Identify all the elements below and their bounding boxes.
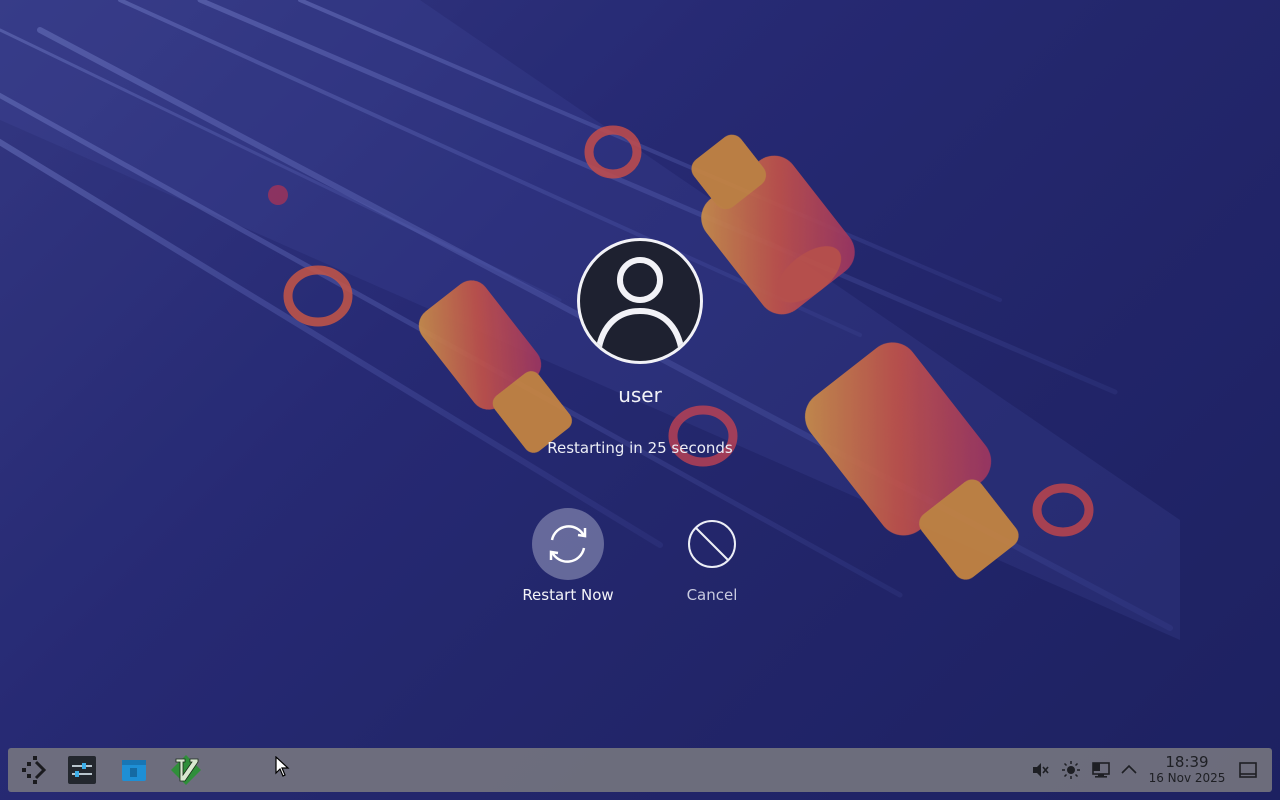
show-hidden-icons-icon[interactable] [1119,760,1139,780]
restart-circle[interactable] [532,508,604,580]
mouse-cursor-icon [275,756,290,777]
cancel-circle[interactable] [676,508,748,580]
kde-launcher-icon[interactable] [18,754,50,786]
cancel-icon [688,520,736,568]
desktop: user Restarting in 25 seconds Restart No… [0,0,1280,800]
file-manager-icon[interactable] [118,754,150,786]
brightness-icon[interactable] [1061,760,1081,780]
username: user [618,383,662,407]
cancel-button[interactable]: Cancel [657,508,767,604]
taskbar: 18:39 16 Nov 2025 [8,748,1272,792]
restart-icon [549,525,587,563]
volume-muted-icon[interactable] [1030,760,1050,780]
user-avatar [577,238,703,364]
user-icon [595,257,685,354]
restart-now-button[interactable]: Restart Now [513,508,623,604]
system-settings-icon[interactable] [66,754,98,786]
show-desktop-icon[interactable] [1238,760,1258,780]
cancel-label[interactable]: Cancel [657,586,767,604]
vim-icon[interactable] [170,754,202,786]
digital-clock[interactable]: 18:39 16 Nov 2025 [1146,754,1228,786]
restart-now-label[interactable]: Restart Now [513,586,623,604]
clock-date: 16 Nov 2025 [1148,771,1226,785]
network-icon[interactable] [1091,760,1111,780]
restart-countdown: Restarting in 25 seconds [547,439,733,457]
clock-time: 18:39 [1165,753,1209,771]
